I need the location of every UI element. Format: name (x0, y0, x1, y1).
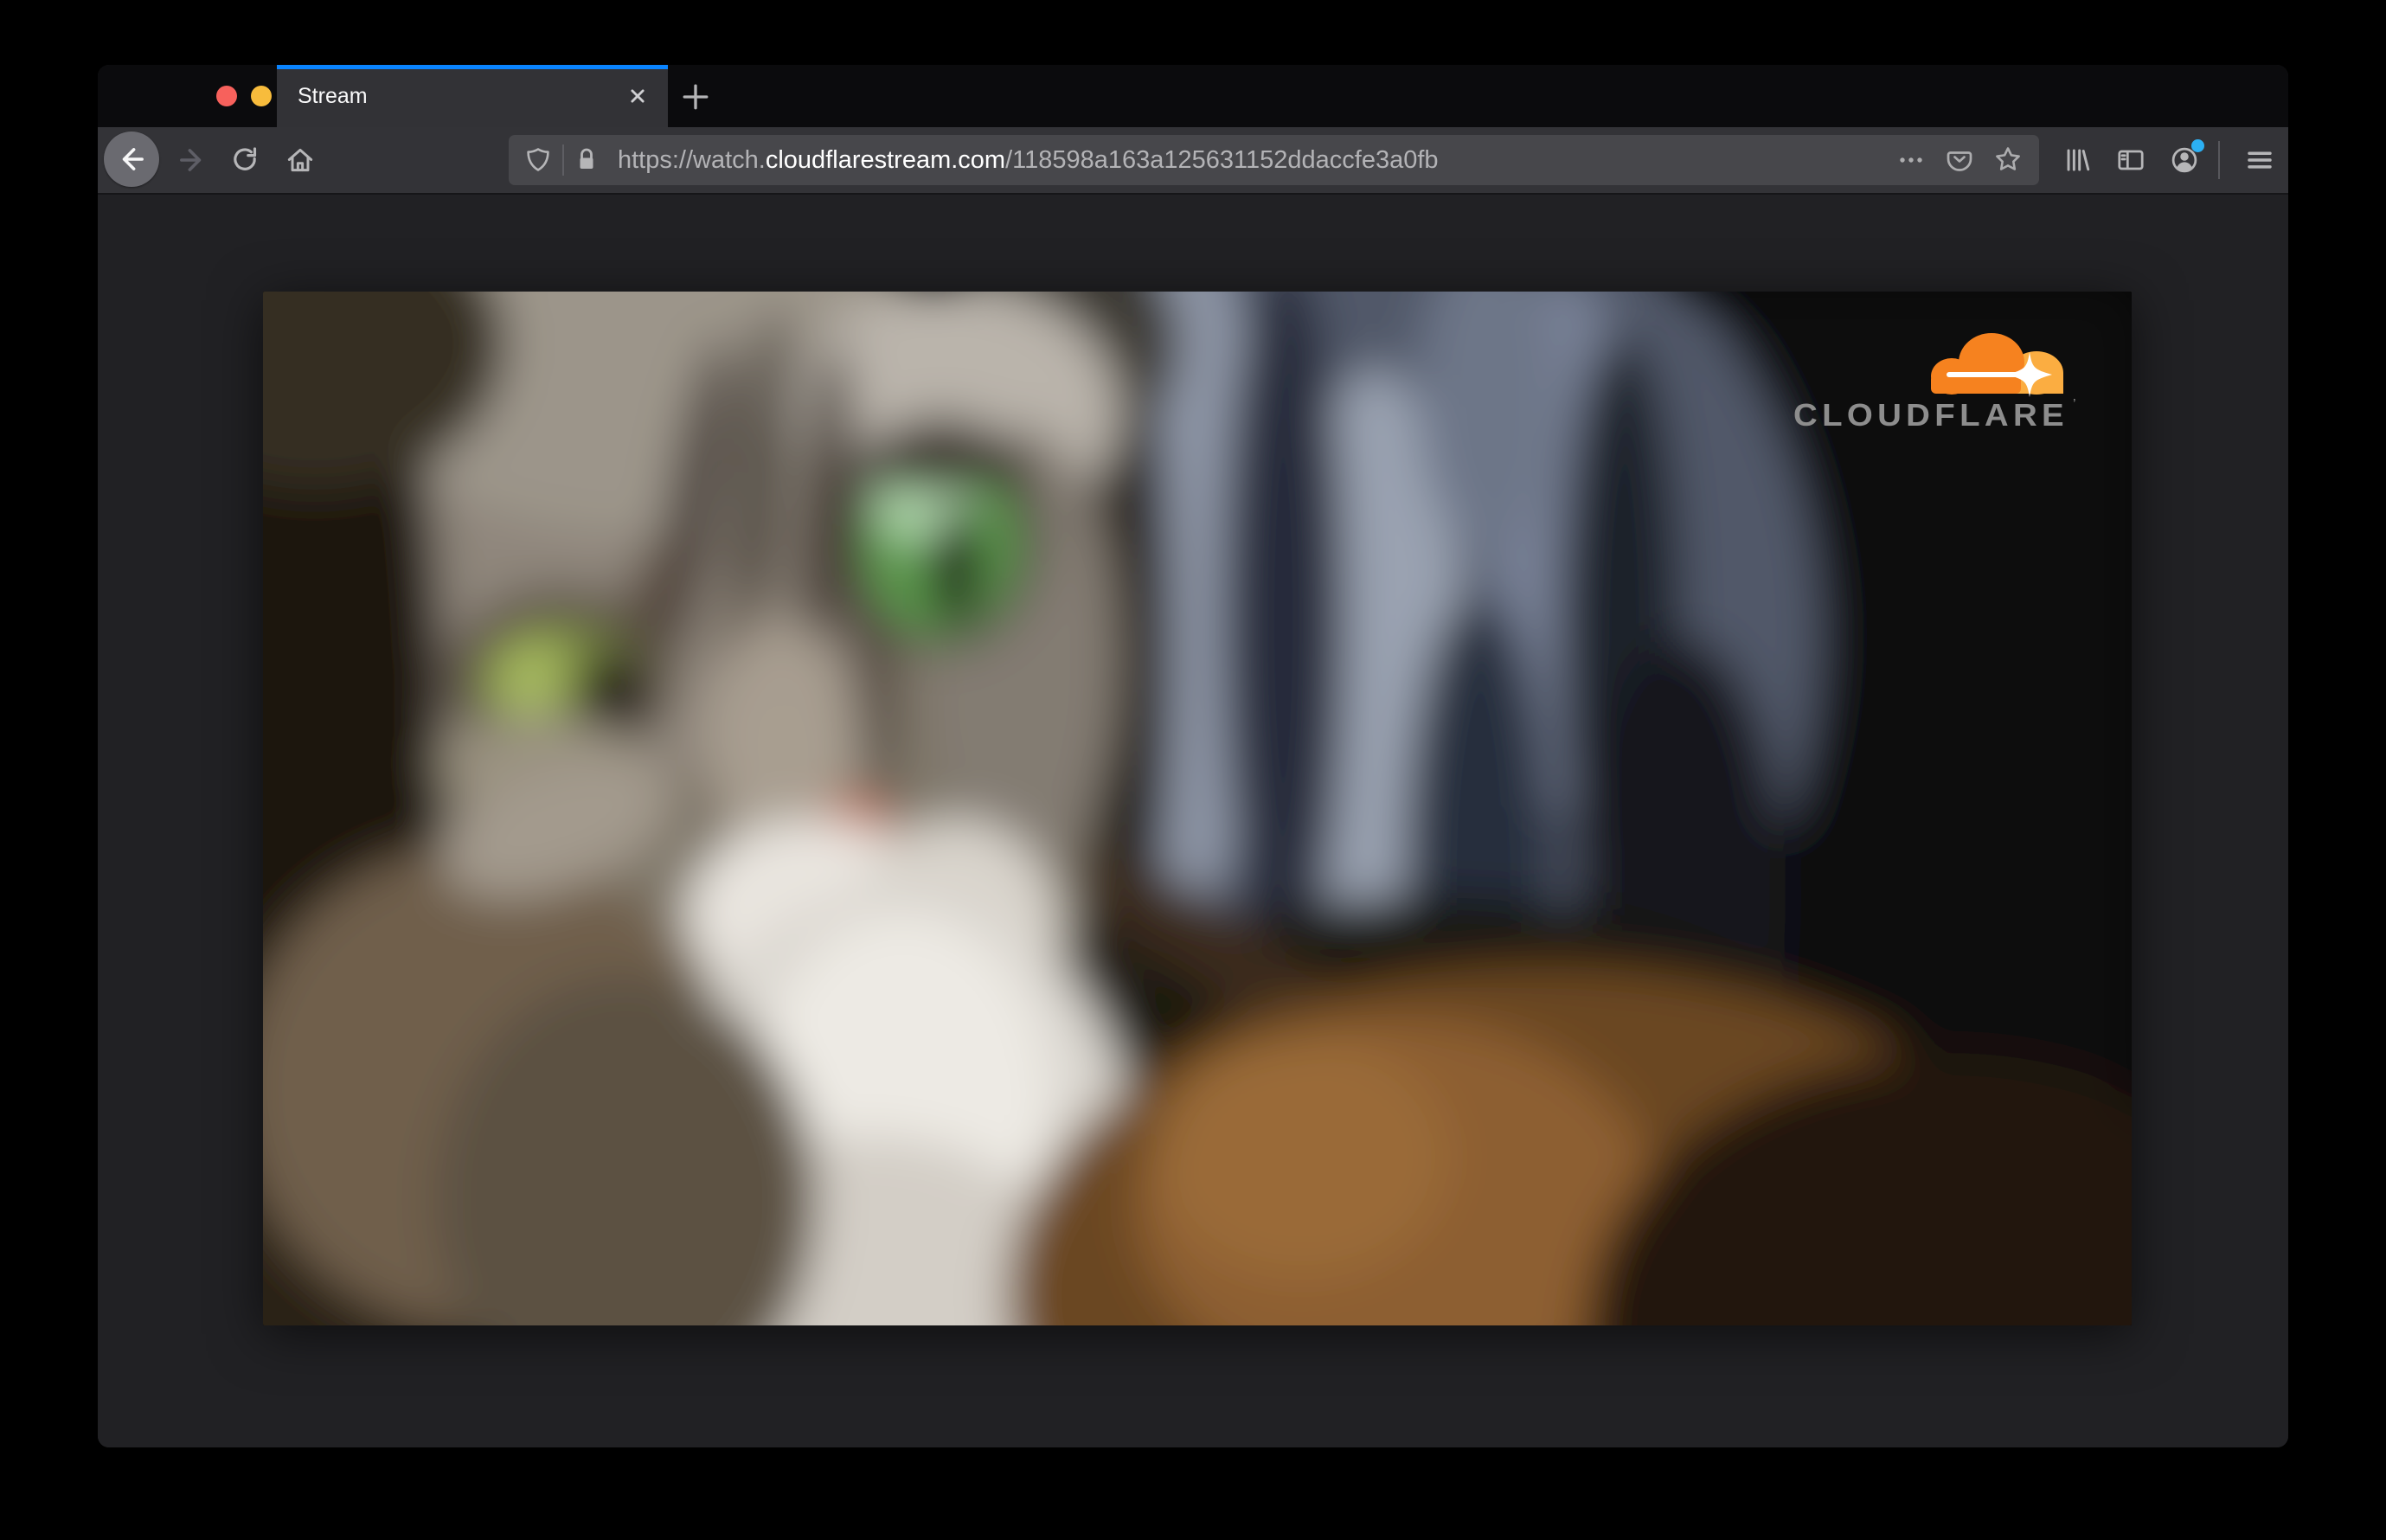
desktop-background: Stream https://watch.cloudflarestream.co… (0, 0, 2386, 1540)
ellipsis-icon (1900, 157, 1922, 163)
navigation-toolbar: https://watch.cloudflarestream.com/11859… (98, 127, 2288, 195)
menu-button[interactable] (2243, 144, 2276, 176)
sidebar-icon (2118, 150, 2144, 170)
home-button[interactable] (284, 144, 317, 176)
minimize-window-button[interactable] (251, 86, 272, 106)
sidebar-button[interactable] (2114, 144, 2147, 176)
close-icon (631, 89, 645, 103)
home-icon (287, 148, 313, 172)
blurred-cat-scene (263, 292, 2132, 1325)
bookmark-star-button[interactable] (1992, 144, 2024, 176)
cloudflare-logo-trademark: ’ (2073, 397, 2076, 412)
urlbar-divider (562, 144, 564, 176)
video-player[interactable]: CLOUDFLARE ’ (263, 292, 2132, 1325)
url-text: https://watch.cloudflarestream.com/11859… (618, 146, 1895, 175)
url-path: /118598a163a125631152ddaccfe3a0fb (1005, 145, 1439, 174)
lock-icon[interactable] (571, 144, 602, 176)
tab-bar: Stream (98, 65, 2288, 127)
library-button[interactable] (2060, 144, 2093, 176)
account-notification-dot (2191, 139, 2204, 152)
pocket-button[interactable] (1944, 144, 1975, 176)
arrow-right-icon (180, 149, 202, 171)
pocket-icon (1947, 151, 1972, 171)
reload-button[interactable] (228, 144, 261, 176)
hamburger-icon (2248, 151, 2272, 169)
back-button[interactable] (104, 132, 159, 187)
reload-icon (234, 147, 257, 170)
cloudflare-logo-text: CLOUDFLARE (1793, 397, 2069, 433)
plus-icon (683, 84, 709, 110)
account-button[interactable] (2168, 139, 2204, 176)
url-bar[interactable]: https://watch.cloudflarestream.com/11859… (509, 135, 2039, 185)
library-icon (2067, 149, 2090, 171)
close-window-button[interactable] (216, 86, 237, 106)
tab-title: Stream (298, 84, 368, 108)
url-domain: cloudflarestream.com (765, 145, 1006, 174)
video-frame-cat: CLOUDFLARE ’ (263, 292, 2132, 1325)
arrow-left-icon (122, 148, 144, 170)
star-icon (1996, 147, 2020, 170)
tab-stream[interactable]: Stream (277, 65, 668, 127)
page-actions (1895, 144, 2024, 176)
toolbar-divider (2218, 141, 2220, 179)
new-tab-button[interactable] (678, 80, 713, 114)
page-content: CLOUDFLARE ’ (98, 195, 2288, 1447)
tracking-protection-shield-icon[interactable] (523, 144, 554, 176)
tab-close-button[interactable] (623, 81, 652, 111)
url-scheme-subdomain: https://watch. (618, 145, 766, 174)
page-actions-button[interactable] (1895, 144, 1927, 176)
browser-window: Stream https://watch.cloudflarestream.co… (98, 65, 2288, 1447)
account-icon (2171, 147, 2197, 173)
forward-button[interactable] (176, 144, 208, 176)
